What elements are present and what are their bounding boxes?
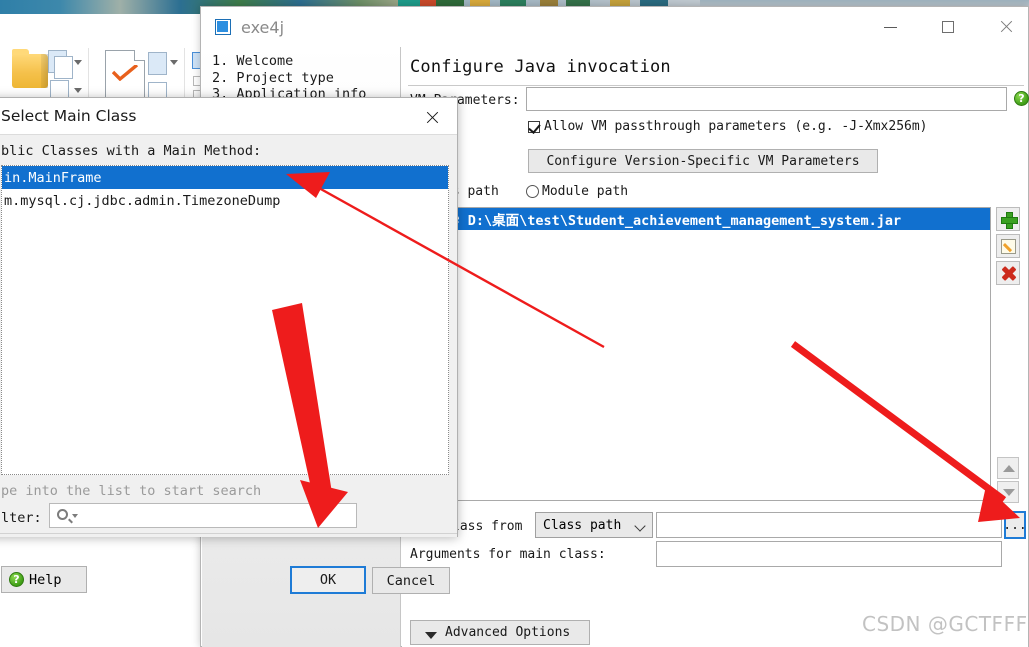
chevron-down-icon[interactable] — [170, 60, 178, 65]
chevron-down-icon — [1003, 489, 1015, 496]
edit-classpath-button[interactable] — [996, 234, 1020, 258]
screen-root: 新建 属性 exe4j — [0, 0, 1029, 647]
dialog-titlebar[interactable]: Select Main Class — [0, 98, 457, 134]
csdn-watermark: CSDN @GCTFFFFT — [862, 612, 1029, 636]
module-path-radio-label: Module path — [542, 184, 629, 199]
move-up-button[interactable] — [997, 457, 1019, 479]
chevron-down-icon[interactable] — [74, 60, 82, 65]
page-title: Configure Java invocation — [410, 57, 671, 77]
delete-x-icon — [1001, 266, 1016, 281]
title-divider — [408, 85, 1024, 86]
search-hint: pe into the list to start search — [1, 483, 262, 499]
classpath-entry-path: D:\桌面\test\Student_achievement_managemen… — [467, 213, 902, 229]
arguments-input[interactable] — [656, 541, 1002, 567]
allow-vm-passthrough-checkbox[interactable] — [528, 121, 540, 133]
wizard-step-1[interactable]: 1. Welcome — [212, 53, 402, 70]
main-class-from-label: lass from — [452, 519, 523, 534]
pencil-icon — [1001, 239, 1016, 254]
dialog-footer-divider — [0, 533, 457, 534]
allow-vm-passthrough-label: Allow VM passthrough parameters (e.g. -J… — [544, 119, 928, 134]
maximize-icon[interactable] — [925, 7, 971, 47]
main-class-list[interactable]: in.MainFrame m.mysql.cj.jdbc.admin.Timez… — [1, 165, 449, 475]
open-icon[interactable] — [148, 52, 167, 75]
module-path-radio[interactable] — [526, 185, 539, 198]
add-classpath-button[interactable] — [996, 207, 1020, 231]
dialog-body: blic Classes with a Main Method: in.Main… — [0, 134, 457, 537]
browse-main-class-button[interactable]: ... — [1003, 511, 1027, 539]
configure-version-specific-vm-parameters-button[interactable]: Configure Version-Specific VM Parameters — [528, 149, 878, 173]
wizard-step-list: 1. Welcome 2. Project type 3. Applicatio… — [212, 53, 402, 103]
main-class-source-value: Class path — [543, 517, 622, 533]
exe4j-titlebar[interactable]: exe4j — [201, 7, 1028, 47]
exe4j-app-icon — [215, 19, 231, 35]
classpath-entry-row[interactable]: rchive D:\桌面\test\Student_achievement_ma… — [409, 208, 990, 230]
chevron-down-icon[interactable] — [74, 88, 82, 93]
help-icon: ? — [9, 572, 24, 587]
dialog-help-button[interactable]: ? Help — [1, 566, 87, 593]
ok-button[interactable]: OK — [290, 566, 366, 594]
list-item[interactable]: in.MainFrame — [2, 166, 448, 189]
dialog-title: Select Main Class — [1, 107, 137, 125]
list-item[interactable]: m.mysql.cj.jdbc.admin.TimezoneDump — [2, 189, 448, 212]
chevron-down-icon[interactable] — [72, 514, 78, 518]
folder-icon[interactable] — [12, 49, 48, 88]
copy-icon-back — [54, 56, 73, 79]
classpath-listbox[interactable]: rchive D:\桌面\test\Student_achievement_ma… — [408, 207, 991, 501]
advanced-options-button[interactable]: Advanced Options — [410, 620, 590, 645]
chevron-up-icon — [1003, 465, 1015, 472]
move-down-button[interactable] — [997, 481, 1019, 503]
minimize-icon[interactable] — [867, 7, 913, 47]
delete-classpath-button[interactable] — [996, 261, 1020, 285]
advanced-options-label: Advanced Options — [445, 625, 571, 640]
plus-icon — [1001, 212, 1018, 229]
cancel-button[interactable]: Cancel — [372, 567, 450, 594]
filter-label: lter: — [1, 510, 42, 526]
help-icon[interactable]: ? — [1014, 91, 1029, 106]
main-class-source-select[interactable]: Class path — [535, 512, 653, 538]
dialog-help-label: Help — [29, 571, 62, 588]
class-list-label: blic Classes with a Main Method: — [1, 143, 262, 159]
close-icon[interactable] — [983, 7, 1029, 47]
wizard-step-2[interactable]: 2. Project type — [212, 70, 402, 87]
window-title: exe4j — [241, 18, 285, 37]
caret-down-icon — [425, 632, 437, 639]
arguments-label: Arguments for main class: — [410, 547, 606, 562]
configure-java-invocation-pane: Configure Java invocation VM Parameters:… — [402, 47, 1029, 647]
filter-input[interactable] — [49, 503, 357, 528]
vm-parameters-input[interactable] — [526, 87, 1007, 111]
close-icon[interactable] — [419, 105, 445, 131]
main-class-input[interactable] — [656, 512, 1002, 538]
search-icon — [57, 509, 68, 520]
check-icon — [112, 65, 138, 81]
chevron-down-icon — [634, 520, 646, 532]
properties-doc-icon[interactable] — [105, 50, 145, 98]
select-main-class-dialog: Select Main Class blic Classes with a Ma… — [0, 97, 458, 594]
